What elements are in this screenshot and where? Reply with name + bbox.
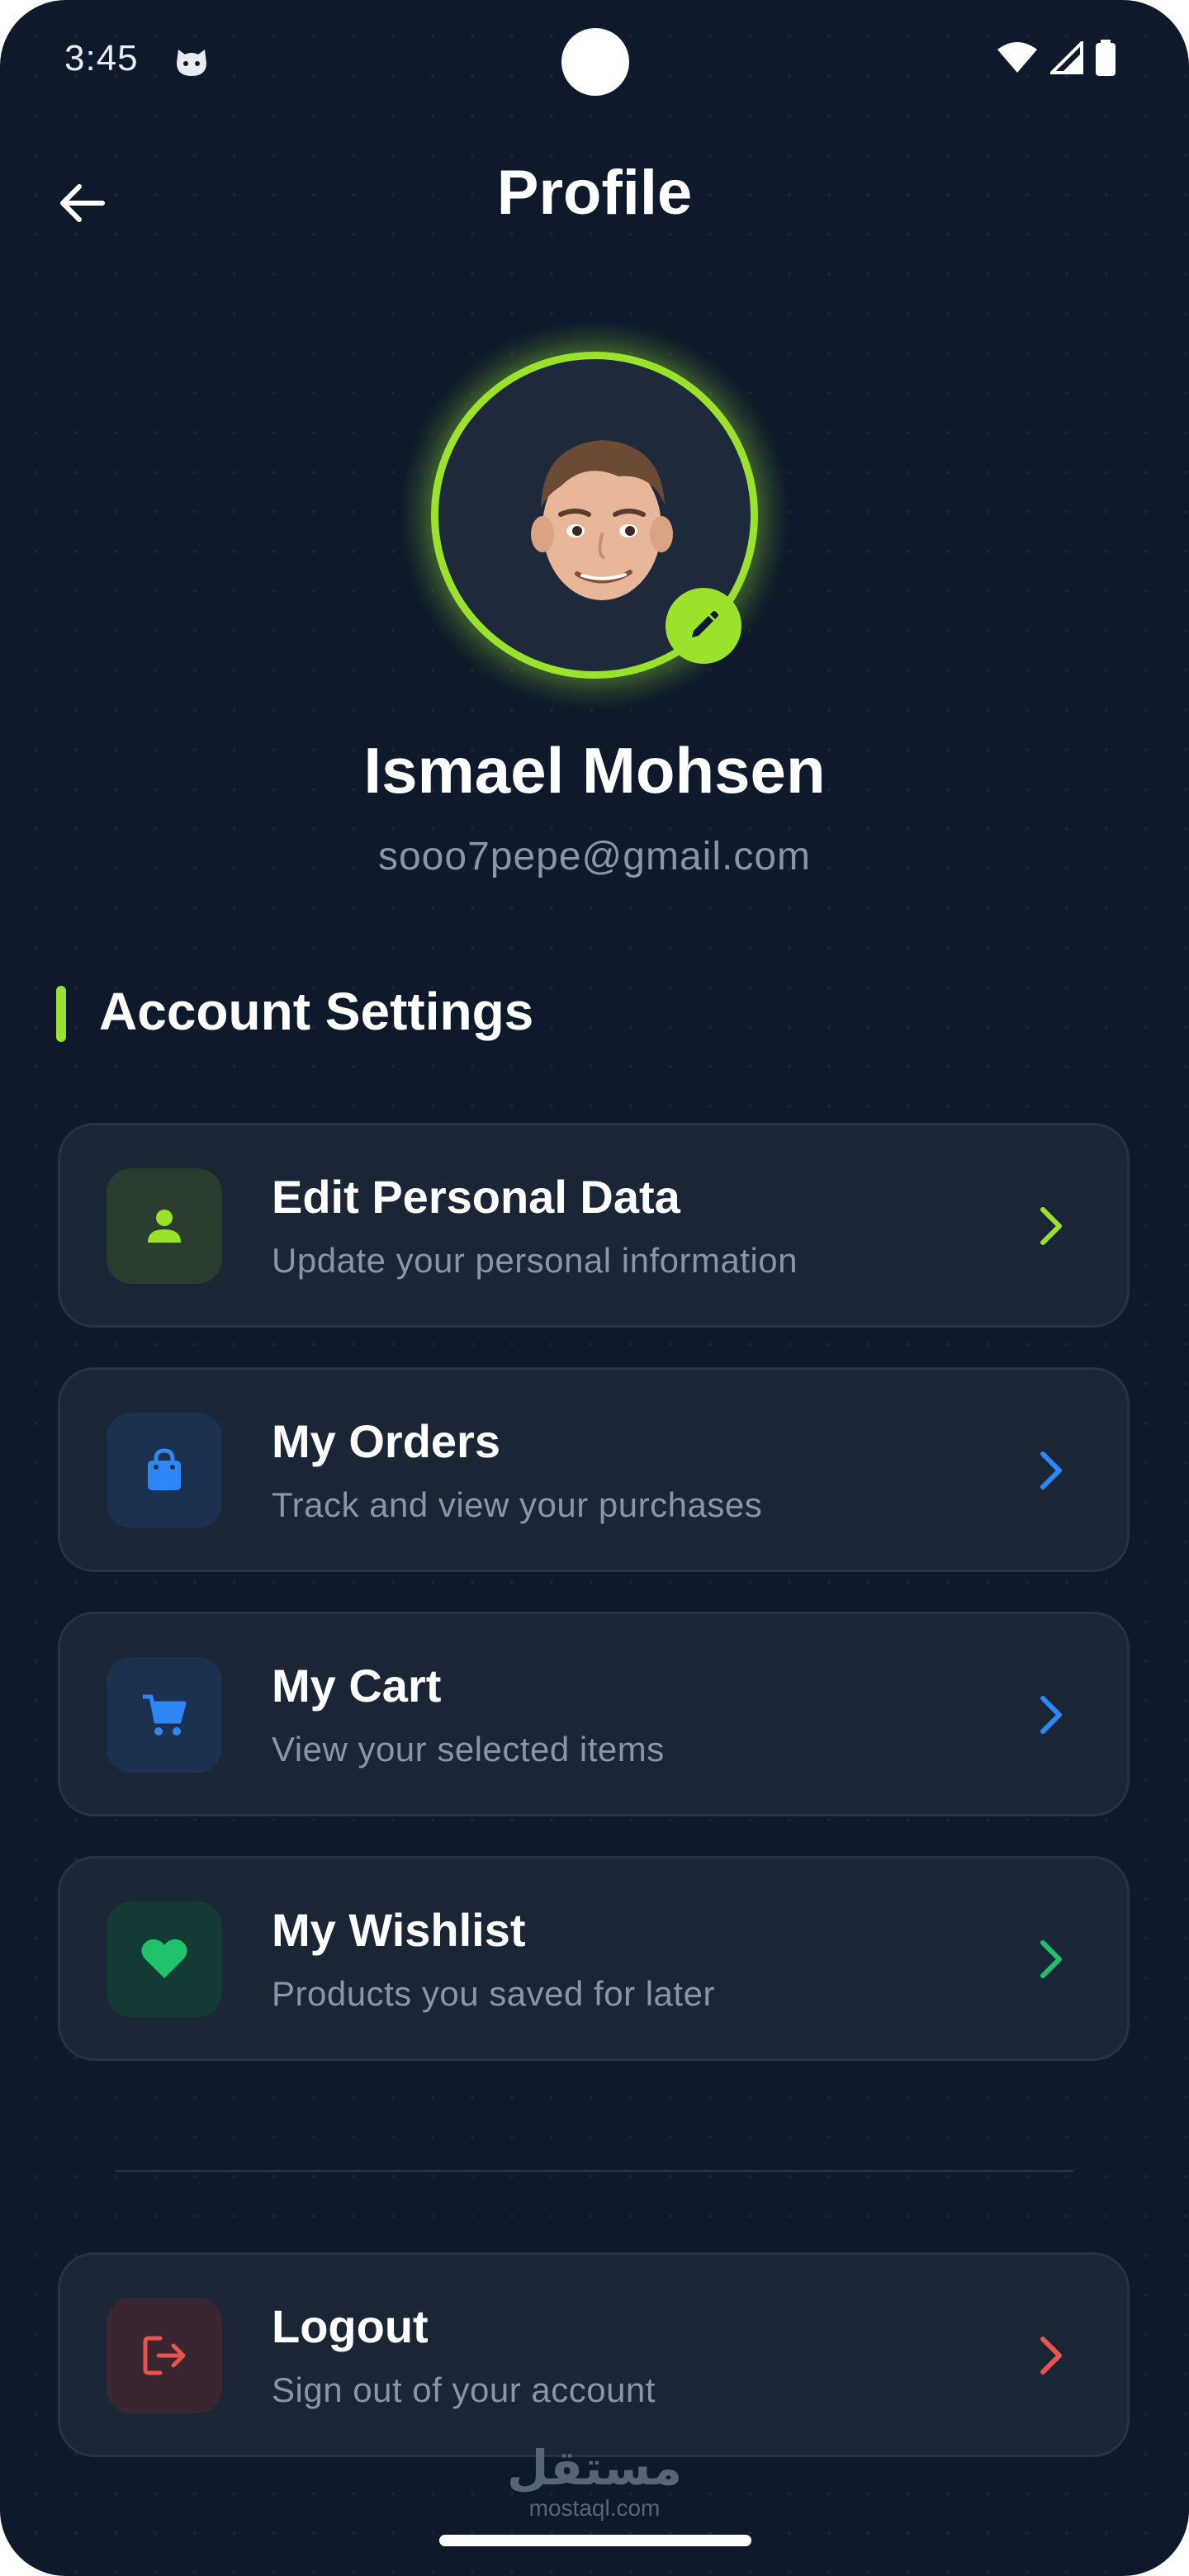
- menu-item-subtitle: Track and view your purchases: [272, 1485, 763, 1524]
- profile-screen: 3:45 Profile Ismael Mohsen sooo7pepe@gma…: [0, 0, 1189, 2576]
- menu-item-subtitle: Update your personal information: [272, 1241, 798, 1280]
- menu-item-title: My Cart: [272, 1660, 442, 1712]
- edit-avatar-button[interactable]: [666, 588, 741, 664]
- watermark: مستقل mostaql.com: [0, 2444, 1189, 2522]
- logout-button[interactable]: Logout Sign out of your account: [58, 2252, 1130, 2457]
- logout-icon-bg: [107, 2298, 222, 2413]
- watermark-arabic: مستقل: [506, 2440, 683, 2496]
- chevron-right-icon: [1040, 1940, 1062, 1978]
- logout-icon: [143, 2336, 186, 2375]
- shopping-bag-icon: [148, 1448, 181, 1490]
- logout-subtitle: Sign out of your account: [272, 2370, 656, 2409]
- home-indicator[interactable]: [439, 2535, 751, 2546]
- menu-item-subtitle: Products you saved for later: [272, 1974, 715, 2013]
- menu-item-title: Edit Personal Data: [272, 1171, 680, 1223]
- heart-icon: [141, 1939, 187, 1978]
- notification-cat-icon: [177, 50, 206, 76]
- person-icon: [148, 1210, 181, 1243]
- menu-item-my-orders[interactable]: My Orders Track and view your purchases: [58, 1367, 1130, 1572]
- page-title: Profile: [496, 158, 693, 228]
- cellular-signal-icon: [1050, 41, 1083, 74]
- front-camera: [561, 28, 629, 96]
- menu-item-subtitle: View your selected items: [272, 1730, 665, 1769]
- user-email: sooo7pepe@gmail.com: [377, 835, 811, 878]
- cart-icon: [143, 1694, 187, 1735]
- pencil-icon: [692, 611, 718, 637]
- status-icons: [996, 40, 1116, 76]
- divider: [116, 2170, 1073, 2172]
- chevron-right-icon: [1040, 1451, 1062, 1489]
- menu-item-icon-bg: [107, 1168, 222, 1284]
- menu-item-edit-personal-data[interactable]: Edit Personal Data Update your personal …: [58, 1123, 1130, 1328]
- menu-item-icon-bg: [107, 1901, 222, 2017]
- menu-item-title: My Wishlist: [272, 1904, 526, 1956]
- chevron-right-icon: [1040, 1207, 1062, 1245]
- wifi-icon: [997, 42, 1037, 73]
- menu-item-title: My Orders: [272, 1415, 500, 1467]
- section-accent-bar: [56, 986, 66, 1042]
- user-name: Ismael Mohsen: [363, 734, 826, 807]
- memoji-avatar-image: [531, 440, 673, 600]
- chevron-right-icon: [1040, 1696, 1062, 1734]
- section-title: Account Settings: [99, 982, 534, 1041]
- menu-item-my-cart[interactable]: My Cart View your selected items: [58, 1612, 1130, 1816]
- status-time: 3:45: [64, 38, 139, 78]
- watermark-latin: mostaql.com: [528, 2495, 661, 2521]
- menu-item-icon-bg: [107, 1657, 222, 1773]
- menu-item-icon-bg: [107, 1413, 222, 1528]
- chevron-right-icon: [1040, 2337, 1062, 2375]
- battery-icon: [1096, 40, 1116, 76]
- menu-item-my-wishlist[interactable]: My Wishlist Products you saved for later: [58, 1856, 1130, 2061]
- logout-title: Logout: [272, 2300, 429, 2352]
